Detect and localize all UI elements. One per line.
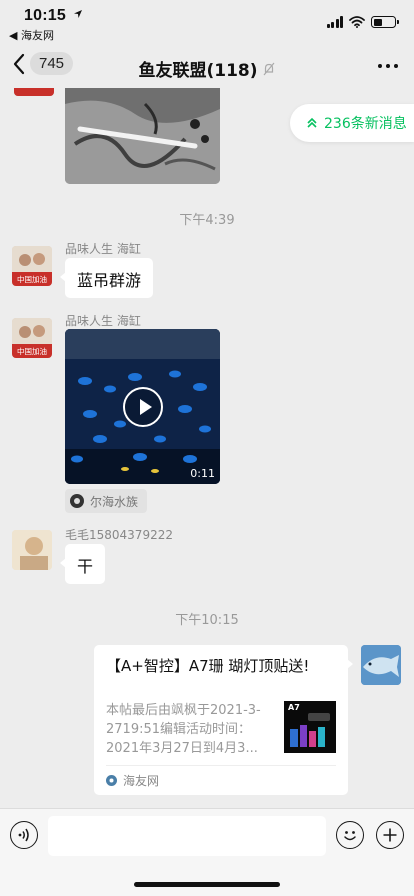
emoji-icon[interactable] <box>336 821 364 849</box>
chat-header: 745 鱼友联盟(118) <box>0 44 414 88</box>
mute-bell-icon <box>263 62 274 75</box>
link-card[interactable]: 【A+智控】A7珊 瑚灯顶贴送! 本帖最后由飒枫于2021-3-2719:51编… <box>94 645 353 795</box>
avatar-image <box>361 645 401 685</box>
image-message[interactable] <box>65 88 220 184</box>
status-bar: 10:15 ◀ 海友网 <box>0 0 414 44</box>
status-time: 10:15 <box>24 7 83 25</box>
source-logo-icon <box>106 775 117 786</box>
link-card-description: 本帖最后由飒枫于2021-3-2719:51编辑活动时间：2021年3月27日到… <box>106 703 261 756</box>
chat-title: 鱼友联盟(118) <box>0 56 414 81</box>
home-indicator[interactable] <box>134 882 280 887</box>
sender-name: 品味人生 海缸 <box>65 242 141 256</box>
channel-logo-icon <box>70 494 84 508</box>
link-card-source: 海友网 <box>106 765 336 789</box>
location-arrow-icon <box>73 10 82 18</box>
cellular-signal-icon <box>326 16 343 28</box>
source-name: 海友网 <box>123 774 160 788</box>
avatar[interactable]: 中国加油 <box>12 318 52 358</box>
message-list[interactable]: 236条新消息 下午4:39 中国加油 品味人生 海缸 蓝吊群游 中国加油 品味… <box>0 88 414 808</box>
text-message[interactable]: 干 <box>59 544 106 584</box>
link-card-title: 【A+智控】A7珊 瑚灯顶贴送! <box>106 657 310 675</box>
chat-title-text: 鱼友联盟(118) <box>138 61 258 81</box>
avatar[interactable] <box>361 645 401 685</box>
video-message[interactable]: 0:11 <box>65 329 220 484</box>
new-messages-label: 236条新消息 <box>324 116 407 132</box>
sender-name: 品味人生 海缸 <box>65 314 141 328</box>
timestamp: 下午4:39 <box>179 213 235 228</box>
new-messages-button[interactable]: 236条新消息 <box>290 104 414 142</box>
text-message[interactable]: 蓝吊群游 <box>59 258 154 298</box>
play-icon[interactable] <box>123 387 163 427</box>
voice-icon[interactable] <box>10 821 38 849</box>
avatar-image: 中国加油 <box>12 318 52 358</box>
smiley-face <box>344 831 356 841</box>
timestamp: 下午10:15 <box>175 613 239 628</box>
svg-text:中国加油: 中国加油 <box>17 346 47 356</box>
plus-sign <box>383 828 397 842</box>
video-channel-tag[interactable]: 尔海水族 <box>65 489 148 513</box>
back-to-app-link[interactable]: ◀ 海友网 <box>9 27 54 43</box>
link-card-thumbnail: A7 <box>284 701 336 753</box>
battery-icon <box>371 16 399 28</box>
plus-icon[interactable] <box>376 821 404 849</box>
avatar[interactable] <box>12 530 52 570</box>
avatar[interactable]: 中国加油 <box>12 246 52 286</box>
wifi-icon <box>349 16 365 28</box>
avatar[interactable] <box>14 88 54 96</box>
video-duration: 0:11 <box>190 467 215 480</box>
photo-content <box>65 88 220 184</box>
message-input[interactable] <box>48 816 326 856</box>
channel-name: 尔海水族 <box>90 494 139 509</box>
avatar-image: 中国加油 <box>12 246 52 286</box>
thumbnail-label: A7 <box>288 703 300 712</box>
status-icons <box>326 16 399 28</box>
more-dots-icon[interactable] <box>378 64 398 68</box>
svg-text:中国加油: 中国加油 <box>17 274 47 284</box>
voice-waves <box>18 828 29 842</box>
sender-name: 毛毛15804379222 <box>65 528 173 542</box>
avatar-image <box>12 530 52 570</box>
clock-text: 10:15 <box>24 7 66 24</box>
double-chevron-up-icon <box>307 117 317 128</box>
